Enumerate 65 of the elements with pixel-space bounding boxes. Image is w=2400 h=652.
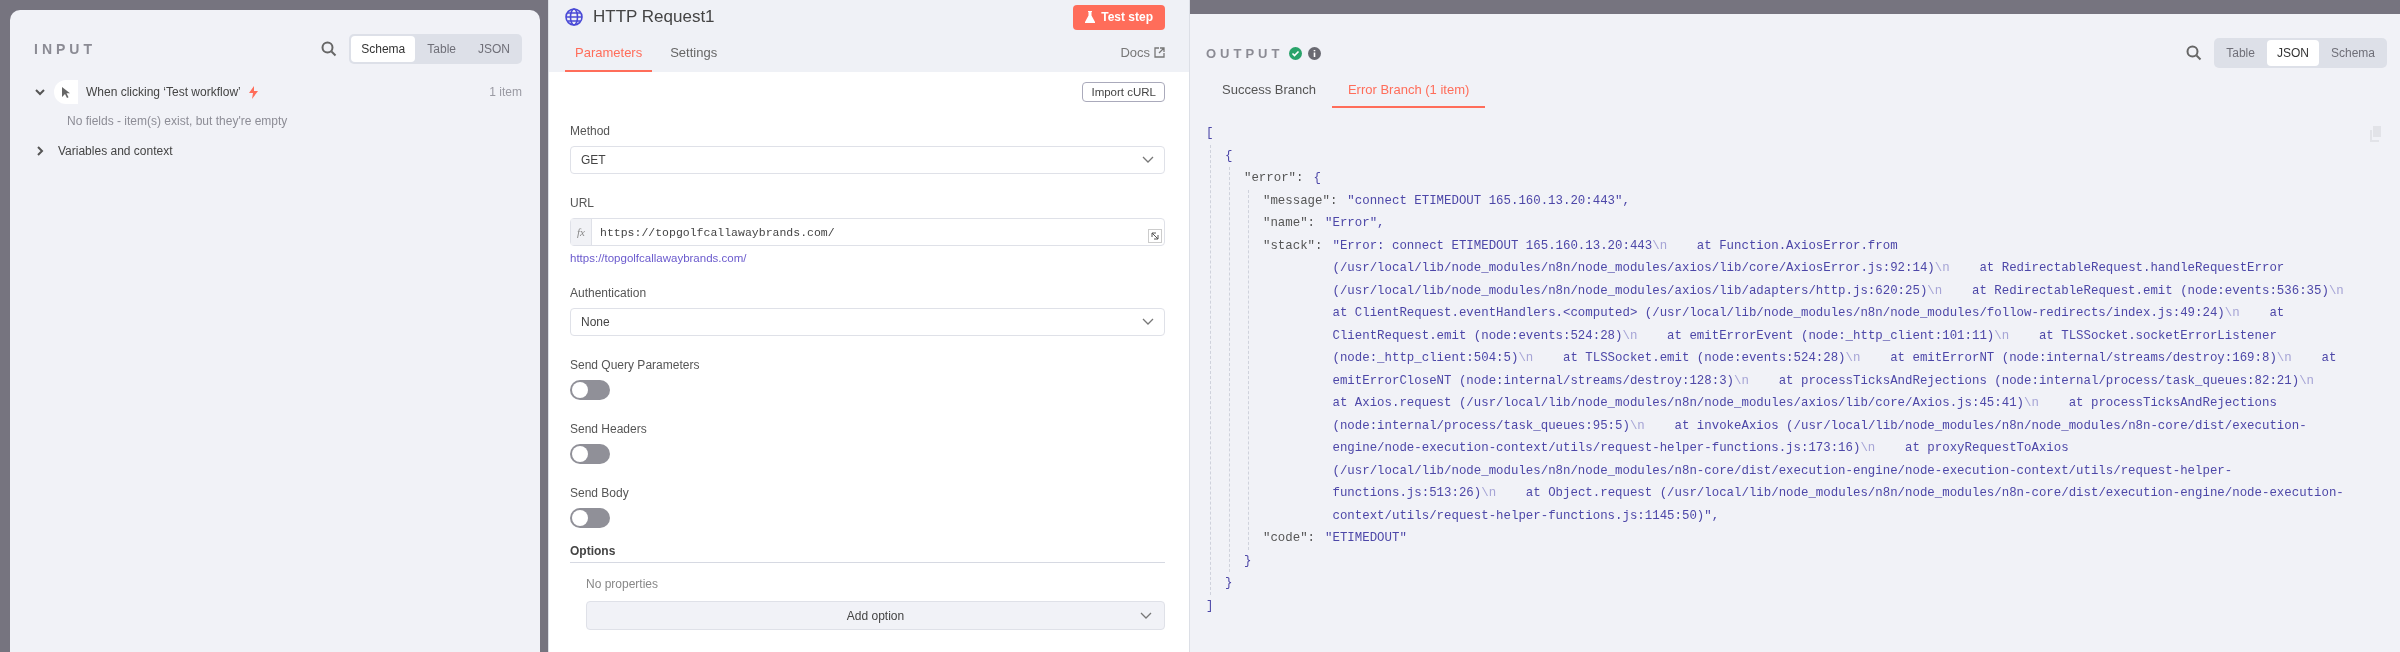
chevron-icon[interactable]: [34, 145, 46, 157]
json-key: "name":: [1263, 212, 1316, 235]
view-tab[interactable]: Schema: [351, 36, 416, 62]
field-label: Method: [570, 124, 612, 138]
view-tab[interactable]: Table: [2216, 40, 2265, 66]
field-label: Authentication: [570, 286, 648, 300]
json-string-value: "ETIMEDOUT": [1325, 530, 1407, 547]
globe-icon: [565, 8, 583, 26]
field-label: Send Headers: [570, 422, 648, 436]
branch-tab[interactable]: Success Branch: [1206, 74, 1332, 108]
json-bracket: }: [1244, 552, 1252, 570]
panel-title: INPUT: [34, 41, 97, 57]
toggle-switch[interactable]: [570, 444, 610, 464]
json-string-value: "Error",: [1325, 215, 1385, 232]
node-title: HTTP Request1: [593, 7, 716, 27]
empty-message: No fields - item(s) exist, but they're empty: [67, 114, 289, 128]
url-field[interactable]: fx https://topgolfcallawaybrands.com/: [570, 218, 1165, 246]
select-field[interactable]: GET: [570, 146, 1165, 174]
json-bracket: {: [1313, 170, 1321, 187]
external-link-icon: [1154, 47, 1165, 58]
json-bracket: }: [1225, 575, 1233, 592]
json-bracket: {: [1225, 147, 1233, 165]
json-key: "stack":: [1263, 234, 1323, 527]
json-key: "message":: [1263, 189, 1338, 212]
expression-prefix: fx: [571, 219, 592, 245]
search-icon[interactable]: [2186, 45, 2203, 61]
field-label: Send Query Parameters: [570, 358, 701, 372]
section-label[interactable]: Variables and context: [58, 144, 173, 158]
json-string-value: "connect ETIMEDOUT 165.160.13.20:443",: [1347, 192, 1630, 210]
expand-icon[interactable]: [1148, 229, 1162, 243]
add-option-button[interactable]: Add option: [586, 601, 1165, 630]
toggle-switch[interactable]: [570, 508, 610, 528]
json-bracket: [: [1206, 125, 1214, 142]
toggle-switch[interactable]: [570, 380, 610, 400]
caret-icon: [1142, 156, 1154, 164]
lightning-icon: [248, 85, 258, 99]
view-tab[interactable]: JSON: [2266, 40, 2319, 66]
node-name[interactable]: When clicking ‘Test workflow’: [86, 85, 241, 99]
item-count: 1 item: [489, 85, 522, 99]
field-label: URL: [570, 196, 595, 210]
cursor-icon: [54, 80, 78, 104]
panel-title: OUTPUT: [1206, 45, 1284, 61]
flask-icon: [1085, 11, 1096, 23]
json-key: "error":: [1244, 167, 1304, 190]
check-circle-icon: [1289, 46, 1303, 60]
view-tab[interactable]: JSON: [468, 36, 520, 62]
import-curl-button[interactable]: Import cURL: [1082, 82, 1165, 102]
caret-icon: [1142, 318, 1154, 326]
tab[interactable]: Settings: [660, 45, 728, 72]
chevron-icon[interactable]: [34, 86, 46, 98]
field-label: Send Body: [570, 486, 630, 500]
info-icon: [1308, 46, 1322, 60]
url-preview-link[interactable]: https://topgolfcallawaybrands.com/: [570, 252, 1165, 264]
caret-icon: [1140, 611, 1152, 620]
json-key: "code":: [1263, 527, 1316, 550]
search-icon[interactable]: [321, 41, 338, 57]
json-string-value: "Error: connect ETIMEDOUT 165.160.13.20:443\n at Function.AxiosError.from (/usr/local/lib/node_modules/n8n/node_modules/axios/lib/core/AxiosError.js:92:14)\n at RedirectableRequest.handleRequestError (/usr/local/lib/node_modules/n8n/node_modules/axios/lib/adapters/http.js:620:25)\n at RedirectableRequest.emit (node:events:536:35)\n at ClientRequest.eventHandlers.<computed> (/usr/local/lib/node_modules/n8n/node_modules/follow-redirects/index.js:49:24)\n at ClientRequest.emit (node:events:524:28)\n at emitErrorEvent (node:_http_client:101:11)\n at TLSSocket.socketErrorListener (node:_http_client:504:5)\n at TLSSocket.emit (node:events:524:28)\n at emitErrorNT (node:internal/streams/destroy:169:8)\n at emitErrorCloseNT (node:internal/streams/destroy:128:3)\n at processTicksAndRejections (node:internal/process/task_queues:82:21)\n at Axios.request (/usr/local/lib/node_modules/n8n/node_modules/axios/lib/core/Axios.js:45:41)\n at processTicksAndRejections (node:internal/process/task_queues:95:5)\n at invokeAxios (/usr/local/lib/node_modules/n8n/node_modules/n8n-core/dist/execution-engine/node-execution-context/utils/request-helper-functions.js:173:16)\n at proxyRequestToAxios (/usr/local/lib/node_modules/n8n/node_modules/n8n-core/dist/execution-engine/node-execution-context/utils/request-helper-functions.js:513:26)\n at Object.request (/usr/local/lib/node_modules/n8n/node_modules/n8n-core/dist/execution-engine/node-execution-context/utils/request-helper-functions.js:1145:50)",: [1332, 237, 2345, 525]
empty-message: No properties: [586, 577, 660, 591]
view-tab[interactable]: Schema: [2320, 40, 2385, 66]
select-field[interactable]: None: [570, 308, 1165, 336]
url-input[interactable]: https://topgolfcallawaybrands.com/: [592, 219, 1164, 245]
options-heading: Options: [570, 544, 1165, 563]
view-tab[interactable]: Table: [417, 36, 466, 62]
json-bracket: ]: [1206, 597, 1214, 615]
docs-link[interactable]: Docs: [1120, 45, 1165, 72]
